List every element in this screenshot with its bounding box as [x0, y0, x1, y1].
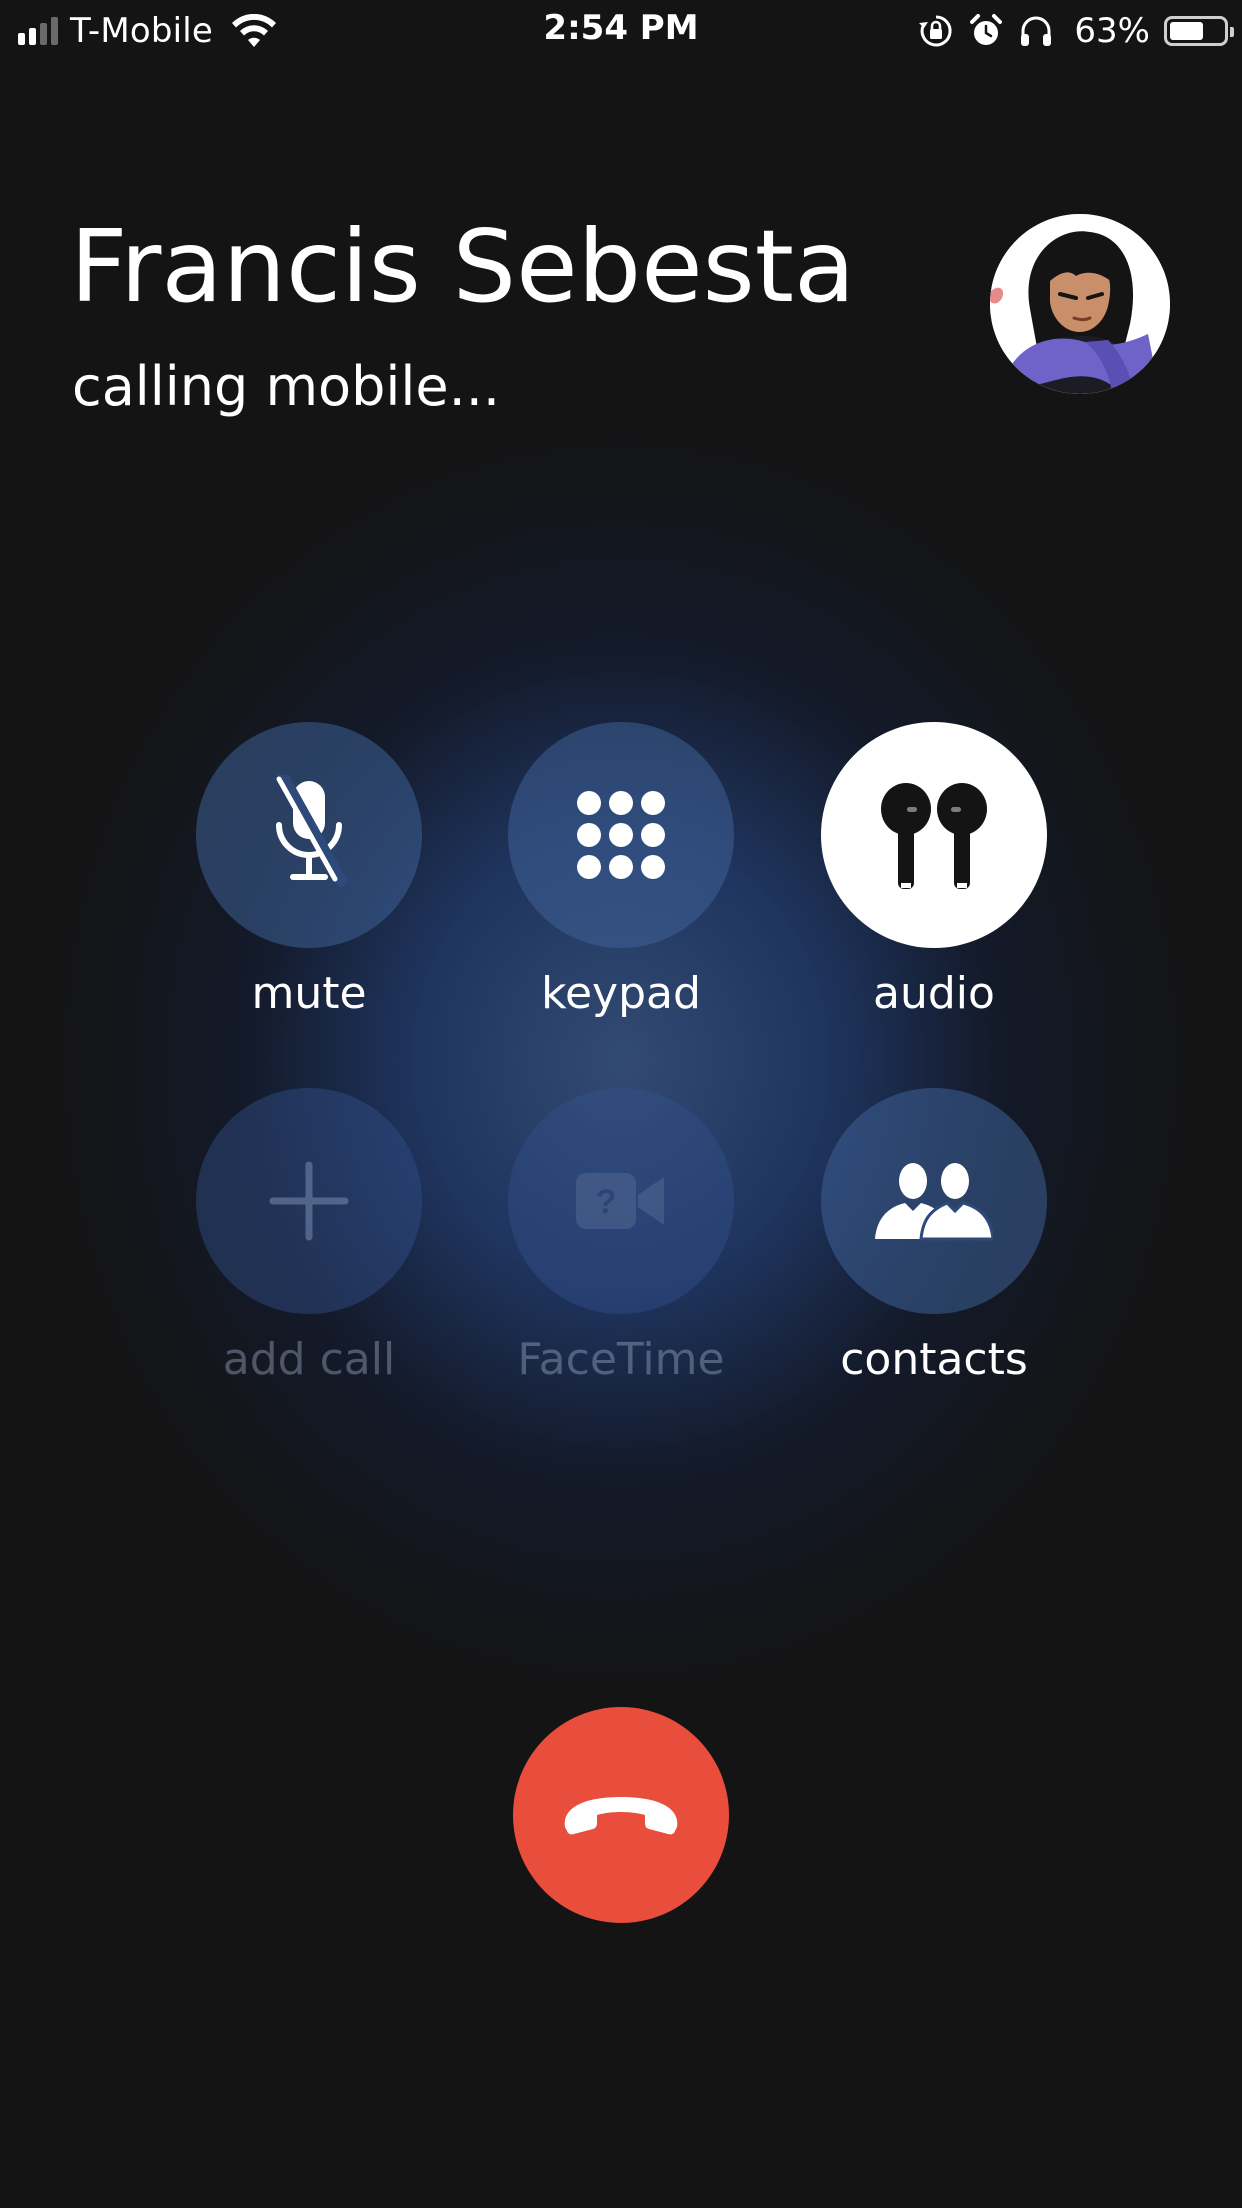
audio-button[interactable]: [821, 722, 1047, 948]
plus-icon: [269, 1161, 349, 1241]
mute-button[interactable]: [196, 722, 422, 948]
add-call-label: add call: [222, 1334, 396, 1385]
contacts-control: contacts: [821, 1088, 1047, 1385]
orientation-lock-icon: [919, 15, 952, 47]
contacts-icon: [875, 1163, 993, 1241]
mute-control: mute: [196, 722, 422, 1019]
airpods-icon: [881, 783, 987, 889]
battery-icon: [1164, 16, 1234, 46]
svg-text:?: ?: [596, 1183, 617, 1221]
battery-percent: 63%: [1074, 11, 1150, 51]
caller-avatar: [990, 214, 1170, 394]
alarm-icon: [970, 14, 1003, 45]
status-bar-right: 63%: [918, 10, 1234, 52]
contacts-button[interactable]: [821, 1088, 1047, 1314]
add-call-button[interactable]: [196, 1088, 422, 1314]
audio-label: audio: [873, 968, 995, 1019]
keypad-control: keypad: [508, 722, 734, 1019]
audio-control: audio: [821, 722, 1047, 1019]
battery-level: [1170, 22, 1203, 40]
keypad-label: keypad: [541, 968, 701, 1019]
end-call-button[interactable]: [513, 1707, 729, 1923]
phone-hangup-icon: [564, 1797, 678, 1835]
facetime-button[interactable]: ?: [508, 1088, 734, 1314]
call-status: calling mobile...: [72, 355, 501, 418]
headphones-icon: [1021, 16, 1052, 46]
status-bar: T-Mobile 2:54 PM 63%: [0, 0, 1242, 62]
facetime-control: ? FaceTime: [508, 1088, 734, 1385]
mic-off-icon: [276, 775, 347, 887]
facetime-label: FaceTime: [517, 1334, 725, 1385]
caller-name: Francis Sebesta: [70, 208, 856, 325]
mute-label: mute: [251, 968, 367, 1019]
keypad-icon: [577, 791, 665, 879]
keypad-button[interactable]: [508, 722, 734, 948]
add-call-control: add call: [196, 1088, 422, 1385]
contacts-label: contacts: [840, 1334, 1028, 1385]
video-camera-icon: ?: [576, 1173, 664, 1229]
